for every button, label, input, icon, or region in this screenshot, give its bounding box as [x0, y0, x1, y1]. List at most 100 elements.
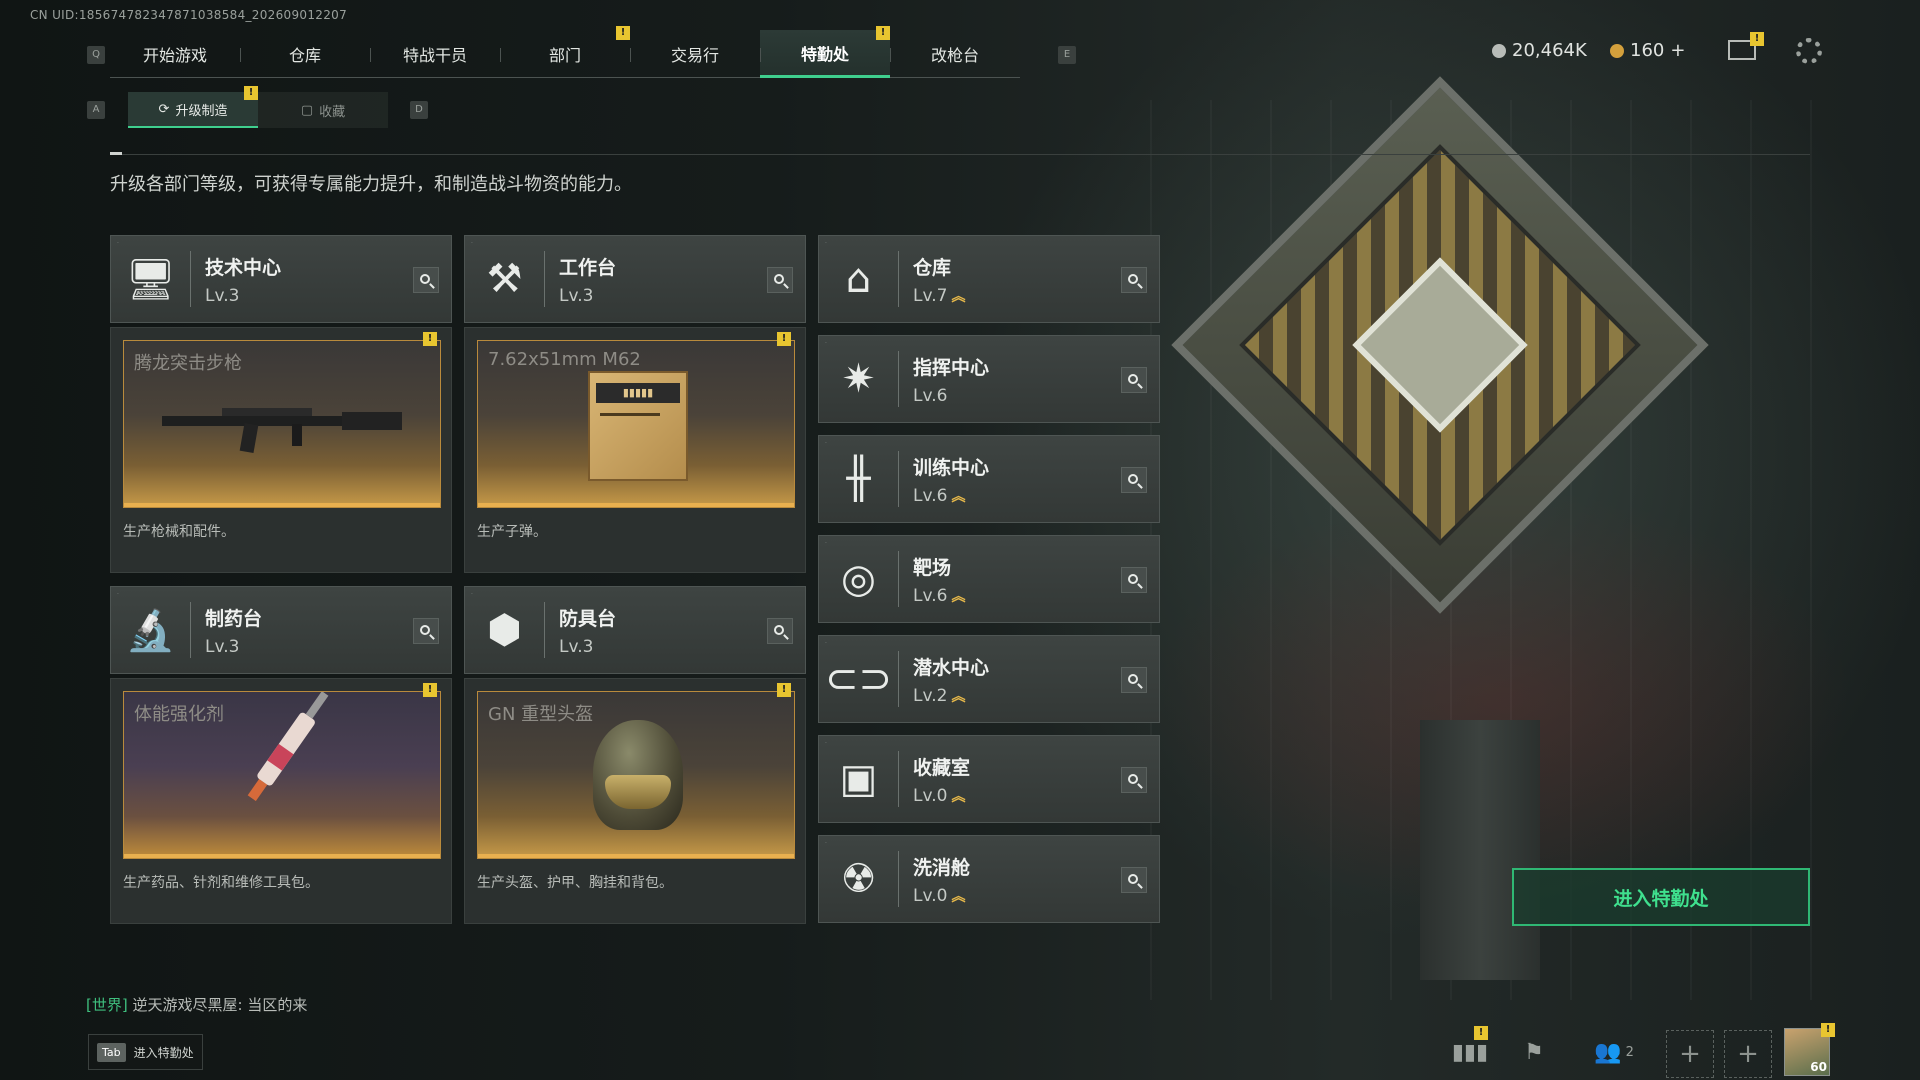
- gold-coin-icon: [1610, 43, 1624, 58]
- search-button[interactable]: [1121, 567, 1147, 593]
- top-navigation: 开始游戏 仓库 特战干员 部门 ! 交易行 特勤处 ! 改枪台: [110, 26, 1020, 78]
- search-icon: [774, 274, 784, 284]
- search-button[interactable]: [1121, 767, 1147, 793]
- upgrade-icon: ⟳: [158, 101, 170, 117]
- facility-shooting-range[interactable]: · ◎ 靶场 Lv.6 ︽: [818, 535, 1160, 623]
- helmet-image: [593, 720, 683, 830]
- chat-message[interactable]: [世界] 逆天游戏尽黑屋: 当区的来: [86, 994, 307, 1015]
- item-preview[interactable]: GN 重型头盔: [477, 691, 795, 859]
- notification-badge: !: [423, 683, 437, 697]
- workshop-tech-center-production[interactable]: 腾龙突击步枪 ! 生产枪械和配件。: [110, 327, 452, 573]
- workshop-workbench[interactable]: · ⚒ 工作台 Lv.3: [464, 235, 806, 323]
- silver-currency: 20,464K: [1492, 40, 1587, 61]
- facility-collection-room[interactable]: · ▣ 收藏室 Lv.0 ︽: [818, 735, 1160, 823]
- notification-badge: !: [616, 26, 630, 40]
- facility-command-center[interactable]: · ✷ 指挥中心 Lv.6: [818, 335, 1160, 423]
- stats-icon[interactable]: ▮▮▮ !: [1448, 1026, 1492, 1074]
- rifle-image: [162, 408, 402, 454]
- target-icon: ◎: [819, 551, 899, 607]
- workshop-pharmacy[interactable]: · 🔬 制药台 Lv.3: [110, 586, 452, 674]
- tab-special-ops[interactable]: 特勤处 !: [760, 26, 890, 78]
- tab-operators[interactable]: 特战干员: [370, 30, 500, 78]
- gear-icon[interactable]: [1796, 38, 1822, 64]
- ammo-box-image: ▮▮▮▮▮: [588, 371, 688, 481]
- notification-badge: !: [876, 26, 890, 40]
- tab-department[interactable]: 部门 !: [500, 26, 630, 78]
- workshop-pharmacy-production[interactable]: 体能强化剂 ! 生产药品、针剂和维修工具包。: [110, 678, 452, 924]
- notification-badge: !: [1474, 1026, 1488, 1040]
- friends-button[interactable]: 👥 2: [1586, 1030, 1642, 1074]
- tab-upgrade-craft[interactable]: ⟳ 升级制造 !: [128, 86, 258, 128]
- facility-warehouse[interactable]: · ⌂ 仓库 Lv.7 ︽: [818, 235, 1160, 323]
- silver-coin-icon: [1492, 43, 1506, 58]
- search-button[interactable]: [413, 618, 439, 644]
- upgrade-available-icon: ︽: [951, 588, 966, 605]
- notification-badge: !: [1750, 32, 1764, 46]
- syringe-image: [247, 692, 329, 802]
- search-button[interactable]: [1121, 667, 1147, 693]
- tab-warehouse[interactable]: 仓库: [240, 30, 370, 78]
- user-uid: CN UID:185674782347871038584_20260901220…: [30, 8, 348, 22]
- notification-badge: !: [1821, 1023, 1835, 1037]
- gold-currency[interactable]: 160 +: [1610, 40, 1685, 61]
- tab-gunsmith[interactable]: 改枪台: [890, 30, 1020, 78]
- dumbbell-icon: ╫: [819, 451, 899, 507]
- search-button[interactable]: [413, 267, 439, 293]
- collection-icon: ▢: [300, 102, 314, 118]
- add-teammate-slot[interactable]: +: [1666, 1030, 1714, 1078]
- upgrade-available-icon: ︽: [951, 688, 966, 705]
- notification-badge: !: [244, 86, 258, 100]
- flag-icon[interactable]: ⚑: [1512, 1030, 1556, 1074]
- avatar[interactable]: 60 !: [1784, 1023, 1835, 1076]
- add-currency-button[interactable]: +: [1670, 40, 1685, 61]
- tools-icon: ⚒: [465, 251, 545, 307]
- goggles-icon: ⊂⊃: [819, 651, 899, 707]
- page-description: 升级各部门等级，可获得专属能力提升，和制造战斗物资的能力。: [110, 174, 632, 195]
- nav-key-left: Q: [87, 46, 105, 64]
- workshop-armory-production[interactable]: GN 重型头盔 ! 生产头盔、护甲、胸挂和背包。: [464, 678, 806, 924]
- item-preview[interactable]: 体能强化剂: [123, 691, 441, 859]
- background-pillar: [1420, 720, 1540, 980]
- search-button[interactable]: [767, 267, 793, 293]
- monitor-icon: 🖥: [111, 251, 191, 307]
- search-icon: [1128, 274, 1138, 284]
- search-icon: [1128, 674, 1138, 684]
- search-icon: [1128, 774, 1138, 784]
- decon-icon: ☢: [819, 851, 899, 907]
- divider: [110, 154, 1810, 155]
- search-icon: [420, 274, 430, 284]
- facility-training-center[interactable]: · ╫ 训练中心 Lv.6 ︽: [818, 435, 1160, 523]
- workshop-tech-center[interactable]: · 🖥 技术中心 Lv.3: [110, 235, 452, 323]
- sub-navigation: ⟳ 升级制造 ! ▢ 收藏: [128, 86, 388, 128]
- search-button[interactable]: [1121, 467, 1147, 493]
- search-button[interactable]: [1121, 867, 1147, 893]
- cubes-icon: ⬢: [465, 602, 545, 658]
- facility-decontamination[interactable]: · ☢ 洗消舱 Lv.0 ︽: [818, 835, 1160, 923]
- mail-icon[interactable]: !: [1728, 32, 1764, 60]
- facility-diving-center[interactable]: · ⊂⊃ 潜水中心 Lv.2 ︽: [818, 635, 1160, 723]
- tab-trading[interactable]: 交易行: [630, 30, 760, 78]
- workshop-armory[interactable]: · ⬢ 防具台 Lv.3: [464, 586, 806, 674]
- item-preview[interactable]: 7.62x51mm M62 ▮▮▮▮▮: [477, 340, 795, 508]
- search-icon: [1128, 474, 1138, 484]
- workshop-workbench-production[interactable]: 7.62x51mm M62 ▮▮▮▮▮ ! 生产子弹。: [464, 327, 806, 573]
- upgrade-available-icon: ︽: [951, 788, 966, 805]
- search-icon: [1128, 374, 1138, 384]
- search-button[interactable]: [767, 618, 793, 644]
- search-icon: [774, 625, 784, 635]
- tab-collection[interactable]: ▢ 收藏: [258, 92, 388, 128]
- enter-special-ops-button[interactable]: 进入特勤处: [1512, 868, 1810, 926]
- tab-start-game[interactable]: 开始游戏: [110, 30, 240, 78]
- notification-badge: !: [423, 332, 437, 346]
- add-teammate-slot[interactable]: +: [1724, 1030, 1772, 1078]
- search-button[interactable]: [1121, 367, 1147, 393]
- divider-mark: [110, 152, 122, 155]
- search-button[interactable]: [1121, 267, 1147, 293]
- item-preview[interactable]: 腾龙突击步枪: [123, 340, 441, 508]
- subnav-key-right: D: [410, 101, 428, 119]
- search-icon: [1128, 574, 1138, 584]
- search-icon: [1128, 874, 1138, 884]
- subnav-key-left: A: [87, 101, 105, 119]
- tab-hint[interactable]: Tab 进入特勤处: [88, 1034, 203, 1070]
- microscope-icon: 🔬: [111, 602, 191, 658]
